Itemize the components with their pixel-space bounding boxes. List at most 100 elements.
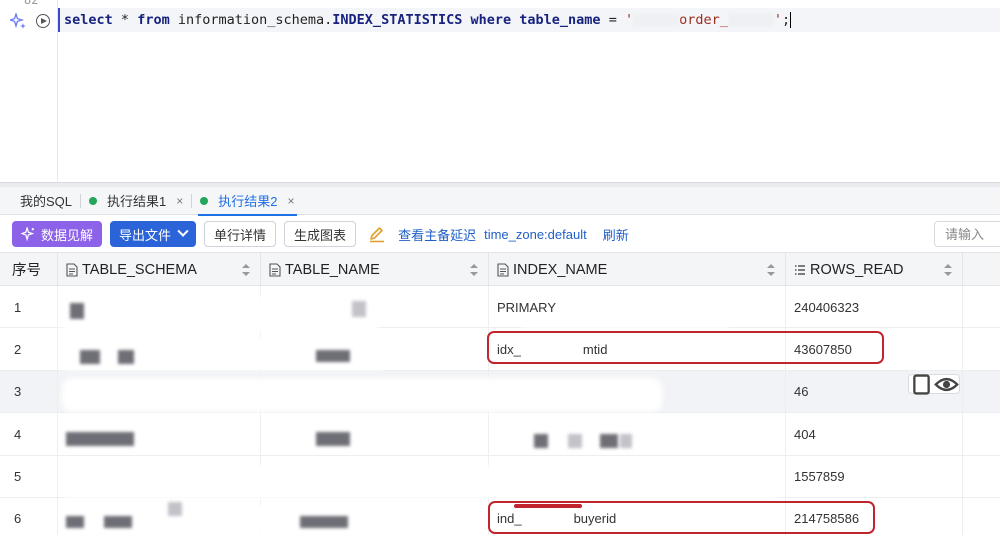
sql-quote-open: ': [624, 12, 634, 28]
column-header-index-name[interactable]: INDEX_NAME: [489, 253, 786, 286]
index-name-suffix: buyerid: [573, 511, 617, 527]
column-label: ROWS_READ: [810, 261, 904, 278]
copy-icon[interactable]: [909, 372, 934, 397]
table-name-cell[interactable]: [261, 413, 489, 456]
index-name-suffix: mtid: [582, 341, 608, 357]
seq-cell: 1: [0, 286, 58, 328]
text-caret: [790, 12, 792, 28]
status-dot-icon: [89, 196, 98, 205]
pixelated-block: [352, 301, 366, 317]
document-icon: [497, 262, 509, 277]
column-header-table-name[interactable]: TABLE_NAME: [261, 253, 489, 286]
pixelated-block: [534, 434, 548, 448]
column-header-rows-read[interactable]: ROWS_READ: [786, 253, 963, 286]
line-number: 82: [24, 0, 39, 7]
sql-column: table_name: [519, 12, 601, 28]
table-row[interactable]: 4 404: [0, 413, 1000, 456]
highlight-underline: [514, 504, 582, 508]
seq-cell: 6: [0, 497, 58, 535]
pixelated-block: [66, 516, 84, 528]
generate-chart-button[interactable]: 生成图表: [284, 221, 357, 247]
pixelated-block: [300, 516, 348, 528]
chevron-down-icon: [177, 225, 189, 237]
ai-sparkle-icon[interactable]: [10, 13, 26, 29]
editor-gutter: 82: [0, 0, 58, 182]
pixelated-block: [316, 432, 350, 446]
export-file-button[interactable]: 导出文件: [110, 221, 197, 247]
tab-my-sql[interactable]: 我的SQL: [0, 187, 80, 215]
sql-star: *: [120, 12, 130, 28]
result-tab-bar: 我的SQL 执行结果1 × 执行结果2 ×: [0, 187, 1000, 216]
refresh-link[interactable]: 刷新: [603, 225, 629, 244]
sql-string-value: order_: [679, 12, 728, 28]
rows-read-cell[interactable]: 1557859: [786, 455, 963, 498]
timezone-link[interactable]: time_zone:default: [484, 227, 587, 242]
button-label: 单行详情: [214, 227, 267, 243]
redacted-text: [727, 13, 774, 27]
column-label: TABLE_NAME: [285, 261, 380, 278]
sort-icon[interactable]: [242, 264, 250, 276]
status-dot-icon: [200, 196, 209, 205]
row-detail-button[interactable]: 单行详情: [204, 221, 277, 247]
document-icon: [66, 262, 78, 277]
search-input[interactable]: [934, 221, 1000, 247]
tab-label: 我的SQL: [20, 194, 73, 209]
sparkle-icon: [21, 227, 35, 241]
pixelated-block: [316, 350, 350, 362]
sql-keyword-where: where: [470, 12, 512, 28]
sql-code-line[interactable]: select * from information_schema.INDEX_S…: [64, 12, 792, 28]
data-insight-button[interactable]: 数据见解: [12, 221, 103, 247]
row-actions: [908, 372, 960, 397]
result-toolbar: 数据见解 导出文件 单行详情 生成图表 查看主备延迟 time_zone:def…: [0, 216, 1000, 252]
view-master-delay-link[interactable]: 查看主备延迟: [398, 225, 476, 244]
button-label: 生成图表: [294, 227, 347, 243]
sort-icon[interactable]: [767, 264, 775, 276]
close-icon[interactable]: ×: [288, 194, 295, 208]
run-line-icon[interactable]: [36, 14, 50, 28]
close-icon[interactable]: ×: [176, 194, 183, 208]
table-header: 序号 TABLE_SCHEMA TABLE_NAME INDEX_NAME RO…: [0, 252, 1000, 286]
pixelated-block: [168, 502, 182, 516]
redaction-mask: [62, 378, 662, 412]
index-name-cell[interactable]: PRIMARY: [489, 286, 786, 328]
sql-quote-close: ': [773, 12, 783, 28]
rows-read-cell[interactable]: 214758586: [786, 497, 963, 535]
tab-result-2[interactable]: 执行结果2 ×: [192, 187, 302, 216]
sql-editor[interactable]: 82 select * from information_schema.INDE…: [0, 0, 1000, 182]
column-header-seq[interactable]: 序号: [0, 253, 58, 286]
button-label: 数据见解: [41, 227, 94, 243]
sql-operator: =: [608, 12, 617, 28]
index-name-prefix: idx_: [497, 341, 521, 357]
pixelated-block: [66, 432, 134, 446]
redaction-mask: [520, 326, 730, 338]
list-icon: [795, 264, 805, 275]
button-label: 导出文件: [119, 227, 172, 243]
eye-icon[interactable]: [934, 372, 959, 397]
redaction-mask: [60, 296, 380, 332]
column-label: 序号: [12, 263, 41, 279]
pixelated-block: [118, 350, 134, 364]
sort-icon[interactable]: [944, 264, 952, 276]
sql-keyword-from: from: [137, 12, 170, 28]
redaction-mask: [62, 465, 782, 499]
edit-pen-icon[interactable]: [368, 225, 386, 243]
pixelated-block: [70, 303, 84, 319]
sql-keyword-select: select: [64, 12, 113, 28]
seq-cell: 2: [0, 328, 58, 371]
tab-result-1[interactable]: 执行结果1 ×: [81, 187, 191, 215]
column-label: INDEX_NAME: [513, 261, 608, 278]
rows-read-cell[interactable]: 404: [786, 413, 963, 456]
tab-label: 执行结果2: [218, 194, 278, 209]
rows-read-cell[interactable]: 43607850: [786, 328, 963, 371]
rows-read-cell[interactable]: 240406323: [786, 286, 963, 328]
sql-semicolon: ;: [782, 12, 791, 28]
column-label: TABLE_SCHEMA: [82, 261, 197, 278]
seq-cell: 5: [0, 455, 58, 498]
column-header-table-schema[interactable]: TABLE_SCHEMA: [58, 253, 261, 286]
document-icon: [269, 262, 281, 277]
tab-label: 执行结果1: [107, 194, 167, 209]
sort-icon[interactable]: [470, 264, 478, 276]
redacted-text: [633, 13, 680, 27]
index-name-prefix: ind_: [497, 511, 522, 527]
sql-schema: information_schema.: [177, 12, 333, 28]
